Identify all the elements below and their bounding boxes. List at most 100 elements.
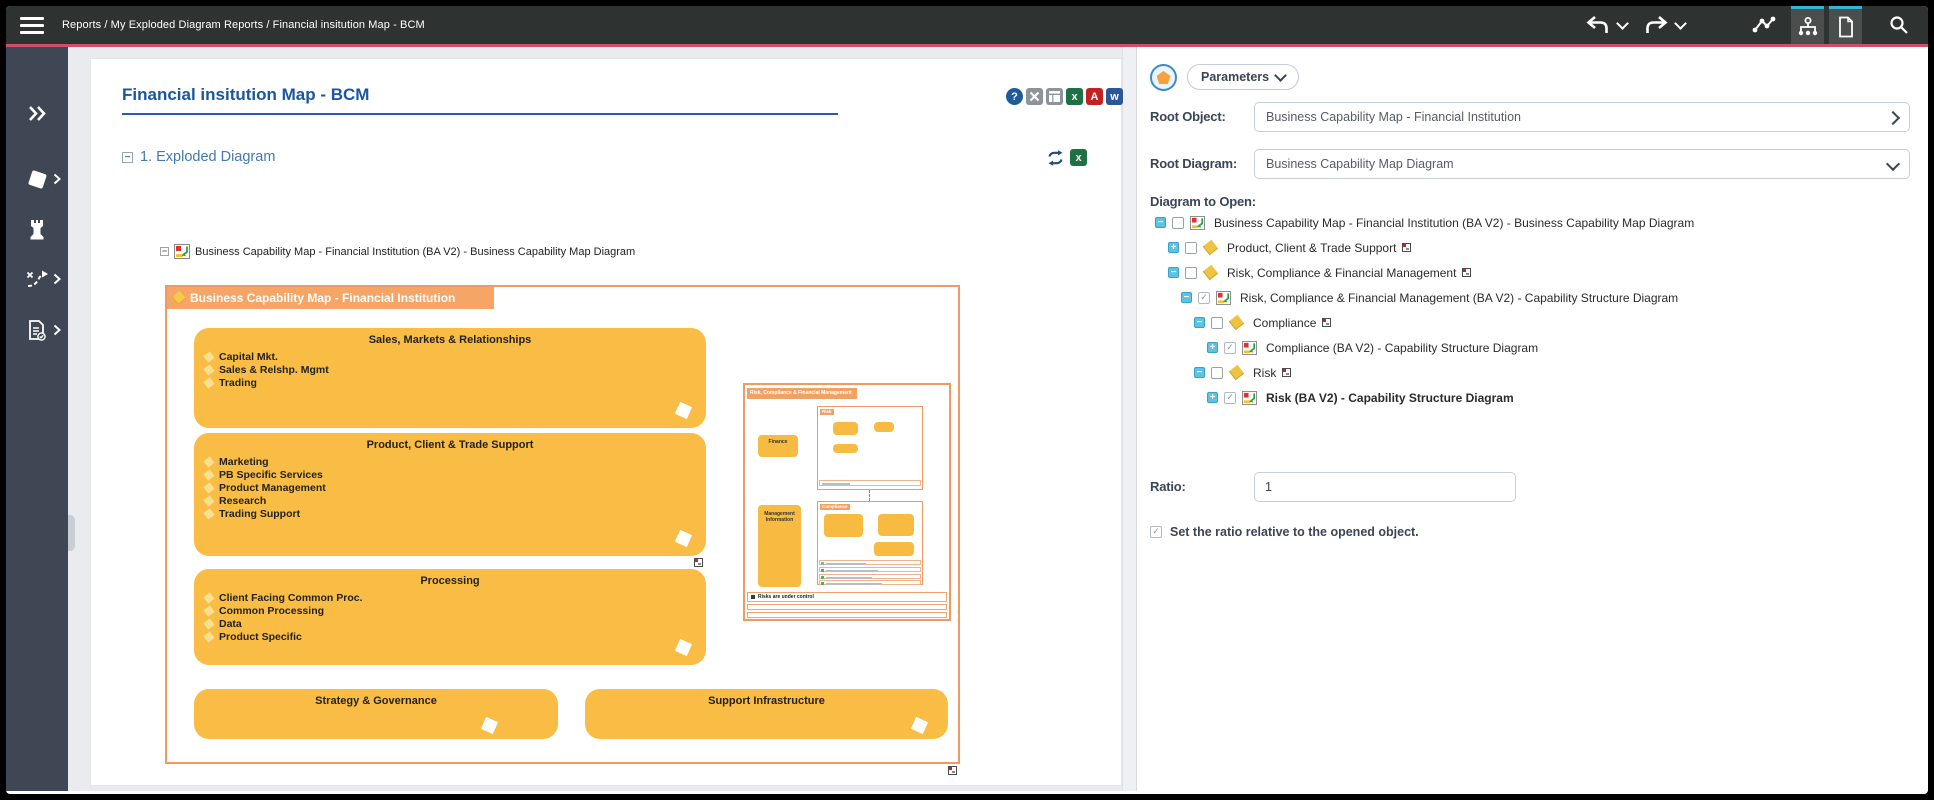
report-check-icon	[27, 319, 48, 342]
undo-icon[interactable]	[1585, 6, 1611, 44]
tree-checkbox[interactable]: ✓	[1224, 392, 1236, 404]
panel-collapse-handle[interactable]	[68, 515, 75, 551]
collapse-node-icon[interactable]: −	[1194, 367, 1205, 378]
help-icon[interactable]: ?	[1006, 88, 1023, 105]
table-layout-icon[interactable]	[1046, 88, 1063, 105]
activity-icon[interactable]	[1751, 6, 1777, 44]
collapse-node-icon[interactable]: −	[1155, 217, 1166, 228]
collapse-node-icon[interactable]: −	[1181, 292, 1192, 303]
capability-item[interactable]: Client Facing Common Proc.	[203, 591, 706, 604]
tree-row-1[interactable]: +Product, Client & Trade Support	[1137, 235, 1928, 260]
diagram-tree-root-row[interactable]: Business Capability Map - Financial Inst…	[160, 244, 635, 259]
tree-row-3[interactable]: −✓Risk, Compliance & Financial Managemen…	[1137, 285, 1928, 310]
occurrence-icon[interactable]	[948, 766, 957, 775]
exploded-diagram-frame[interactable]: Business Capability Map - Financial Inst…	[165, 285, 960, 764]
root-object-field[interactable]: Business Capability Map - Financial Inst…	[1254, 102, 1910, 132]
expand-node-icon[interactable]: +	[1207, 342, 1218, 353]
mini-box	[874, 422, 894, 432]
capability-box-strategy[interactable]: Strategy & Governance	[194, 689, 558, 739]
bullet-diamond-icon	[203, 508, 214, 519]
export-word-icon[interactable]: w	[1106, 88, 1123, 105]
section-toolbar: x	[1046, 149, 1087, 166]
tree-checkbox[interactable]	[1211, 317, 1223, 329]
mini-box-finance[interactable]: Finance	[758, 435, 798, 457]
capability-box-sales[interactable]: Sales, Markets & Relationships Capital M…	[194, 328, 706, 428]
capability-box-processing[interactable]: Processing Client Facing Common Proc.Com…	[194, 569, 706, 665]
sidebar-item-strategy[interactable]	[6, 265, 68, 293]
capability-item[interactable]: Data	[203, 617, 706, 630]
mini-frame-risk[interactable]: Risk	[817, 406, 923, 490]
occurrence-icon[interactable]	[694, 558, 703, 567]
occurrence-icon[interactable]	[1322, 318, 1331, 327]
redo-options-chevron-icon[interactable]	[1671, 6, 1685, 44]
expand-node-icon[interactable]: +	[1168, 242, 1179, 253]
occurrence-icon[interactable]	[1462, 268, 1471, 277]
tree-row-2[interactable]: −Risk, Compliance & Financial Management	[1137, 260, 1928, 285]
capability-item[interactable]: Research	[203, 494, 706, 507]
expand-node-icon[interactable]: +	[1207, 392, 1218, 403]
capability-item-label: Product Specific	[219, 631, 302, 643]
mini-footer-row	[747, 604, 947, 610]
undo-options-chevron-icon[interactable]	[1613, 6, 1627, 44]
report-tools-icon[interactable]	[1026, 88, 1043, 105]
tree-checkbox[interactable]	[1211, 367, 1223, 379]
tree-checkbox[interactable]: ✓	[1198, 292, 1210, 304]
tree-row-6[interactable]: −Risk	[1137, 360, 1928, 385]
collapse-node-icon[interactable]: −	[1168, 267, 1179, 278]
capability-item[interactable]: Product Specific	[203, 630, 706, 643]
sub-diagram-risk-compliance[interactable]: Risk, Compliance & Financial Management …	[743, 383, 951, 621]
hierarchy-view-button[interactable]	[1791, 6, 1824, 44]
document-view-button[interactable]	[1829, 6, 1862, 44]
ratio-relative-checkbox[interactable]: ✓	[1150, 526, 1162, 538]
refresh-icon[interactable]	[1046, 150, 1065, 166]
bullet-diamond-icon	[203, 618, 214, 629]
capability-item[interactable]: Common Processing	[203, 604, 706, 617]
capability-item[interactable]: Marketing	[203, 455, 706, 468]
export-pdf-icon[interactable]: A	[1086, 88, 1103, 105]
tree-checkbox[interactable]: ✓	[1224, 342, 1236, 354]
tree-row-4[interactable]: −Compliance	[1137, 310, 1928, 335]
sidebar-item-shapes[interactable]	[6, 165, 68, 193]
tree-checkbox[interactable]	[1172, 217, 1184, 229]
occurrence-icon[interactable]	[1402, 243, 1411, 252]
occurrence-icon[interactable]	[1282, 368, 1291, 377]
capability-item[interactable]: Trading	[203, 376, 706, 389]
sidebar-item-assessment[interactable]	[6, 315, 68, 345]
capability-item[interactable]: Product Management	[203, 481, 706, 494]
sidebar-expand-button[interactable]	[6, 99, 68, 127]
sidebar-item-architecture[interactable]	[6, 215, 68, 243]
node-collapse-icon[interactable]	[160, 247, 169, 256]
tree-row-7[interactable]: +✓Risk (BA V2) - Capability Structure Di…	[1137, 385, 1928, 410]
collapse-node-icon[interactable]: −	[1194, 317, 1205, 328]
mini-frame-compliance[interactable]: Compliance	[817, 501, 923, 585]
capability-box-support[interactable]: Support Infrastructure	[585, 689, 948, 739]
vertical-scrollbar[interactable]	[1122, 47, 1136, 791]
export-excel-icon[interactable]: x	[1070, 149, 1087, 166]
chevron-right-icon	[53, 273, 61, 285]
tree-checkbox[interactable]	[1185, 267, 1197, 279]
tree-checkbox[interactable]	[1185, 242, 1197, 254]
object-type-pentagon-icon[interactable]	[1150, 64, 1177, 91]
export-excel-icon[interactable]: x	[1066, 88, 1083, 105]
capability-item[interactable]: Trading Support	[203, 507, 706, 520]
decorative-diamond	[675, 530, 692, 547]
section-collapse-icon[interactable]	[122, 152, 133, 163]
capability-box-product[interactable]: Product, Client & Trade Support Marketin…	[194, 433, 706, 556]
capability-item[interactable]: PB Specific Services	[203, 468, 706, 481]
capability-item[interactable]: Sales & Relshp. Mgmt	[203, 363, 706, 376]
parameters-dropdown[interactable]: Parameters	[1187, 64, 1299, 90]
root-diagram-select[interactable]: Business Capability Map Diagram	[1254, 149, 1910, 179]
diagram-icon	[1242, 391, 1257, 405]
tree-row-0[interactable]: −Business Capability Map - Financial Ins…	[1137, 210, 1928, 235]
capability-item-label: Sales & Relshp. Mgmt	[219, 364, 329, 376]
mini-box-management-information[interactable]: Management Information	[758, 505, 801, 587]
section-title[interactable]: 1. Exploded Diagram	[140, 149, 275, 165]
redo-icon[interactable]	[1643, 6, 1669, 44]
capability-item[interactable]: Capital Mkt.	[203, 350, 706, 363]
left-sidebar	[6, 47, 68, 791]
capability-box-title: Processing	[194, 569, 706, 587]
search-icon[interactable]	[1888, 6, 1910, 44]
tree-row-5[interactable]: +✓Compliance (BA V2) - Capability Struct…	[1137, 335, 1928, 360]
hamburger-menu-icon[interactable]	[20, 17, 44, 34]
ratio-input[interactable]	[1254, 472, 1516, 502]
